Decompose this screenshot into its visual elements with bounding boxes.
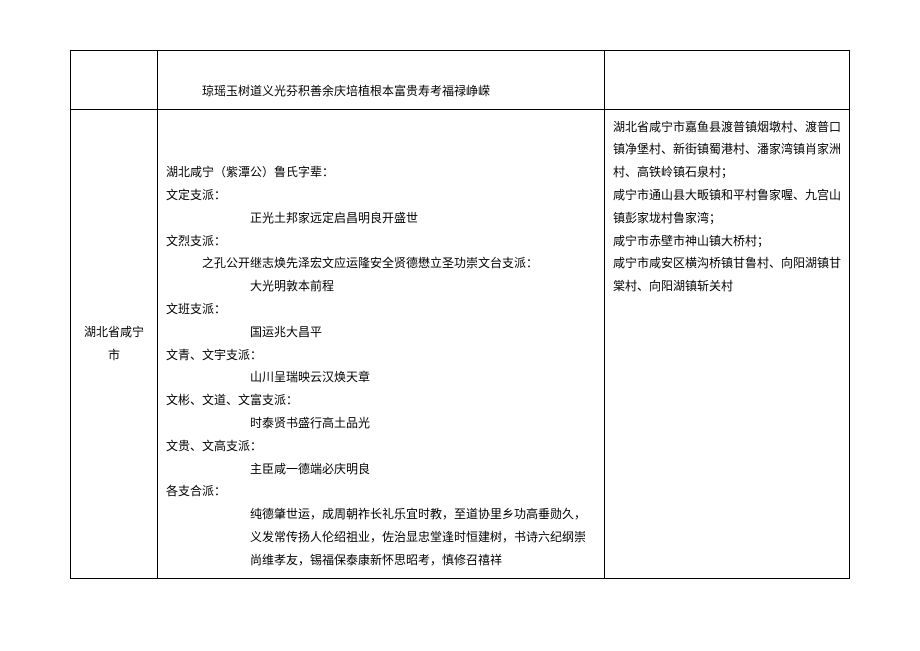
cell-region-top [71,51,158,110]
branch4-name: 文青、文宇支派： [166,344,596,367]
table-row-main: 湖北省咸宁市 湖北咸宁（紫潭公）鲁氏字辈： 文定支派： 正光土邦家远定启昌明良开… [71,109,850,578]
places-line1: 湖北省咸宁市嘉鱼县渡普镇烟墩村、渡普口镇净堡村、新街镇蜀港村、潘家湾镇肖家洲村、… [613,116,841,184]
spacer [166,116,596,139]
places-line2: 咸宁市通山县大畈镇和平村鲁家喔、九宫山镇彭家垅村鲁家湾； [613,184,841,230]
top-line-text: 琼瑶玉树道义光芬积善余庆培植根本富贵寿考福禄峥嵘 [166,80,596,103]
table-row-top: 琼瑶玉树道义光芬积善余庆培植根本富贵寿考福禄峥嵘 [71,51,850,110]
region-text: 湖北省咸宁市 [84,325,144,362]
branch6-text: 主臣咸一德端必庆明良 [166,458,596,481]
main-title: 湖北咸宁（紫潭公）鲁氏字辈： [166,161,596,184]
branch7-name: 各支合派： [166,480,596,503]
branch1-name: 文定支派： [166,184,596,207]
branch2-name: 文烈支派： [166,230,596,253]
cell-places: 湖北省咸宁市嘉鱼县渡普镇烟墩村、渡普口镇净堡村、新街镇蜀港村、潘家湾镇肖家洲村、… [605,109,850,578]
branch4-text: 山川呈瑞映云汉焕天章 [166,366,596,389]
cell-top-line: 琼瑶玉树道义光芬积善余庆培植根本富贵寿考福禄峥嵘 [158,51,605,110]
branch1-text: 正光土邦家远定启昌明良开盛世 [166,207,596,230]
genealogy-table: 琼瑶玉树道义光芬积善余庆培植根本富贵寿考福禄峥嵘 湖北省咸宁市 湖北咸宁（紫潭公… [70,50,850,579]
branch7-text: 纯德肇世运，成周朝祚长礼乐宜时教，至道协里乡功高垂勋久，义发常传扬人伦绍祖业，佐… [166,503,596,571]
cell-main-content: 湖北咸宁（紫潭公）鲁氏字辈： 文定支派： 正光土邦家远定启昌明良开盛世 文烈支派… [158,109,605,578]
empty-line [166,57,596,80]
branch2-text2: 大光明敦本前程 [166,275,596,298]
branch5-name: 文彬、文道、文富支派： [166,389,596,412]
branch2-text1: 之孔公开继志焕先泽宏文应运隆安全贤德懋立圣功崇文台支派： [166,252,596,275]
cell-top-empty [605,51,850,110]
branch3-text: 国运兆大昌平 [166,321,596,344]
cell-region-label: 湖北省咸宁市 [71,109,158,578]
places-line4: 咸宁市咸安区横沟桥镇甘鲁村、向阳湖镇甘棠村、向阳湖镇斩关村 [613,252,841,298]
places-line3: 咸宁市赤壁市神山镇大桥村； [613,230,841,253]
document-page: 琼瑶玉树道义光芬积善余庆培植根本富贵寿考福禄峥嵘 湖北省咸宁市 湖北咸宁（紫潭公… [0,0,920,609]
spacer [166,138,596,161]
branch6-name: 文贵、文高支派： [166,435,596,458]
branch3-name: 文班支派： [166,298,596,321]
branch5-text: 时泰贤书盛行高土品光 [166,412,596,435]
